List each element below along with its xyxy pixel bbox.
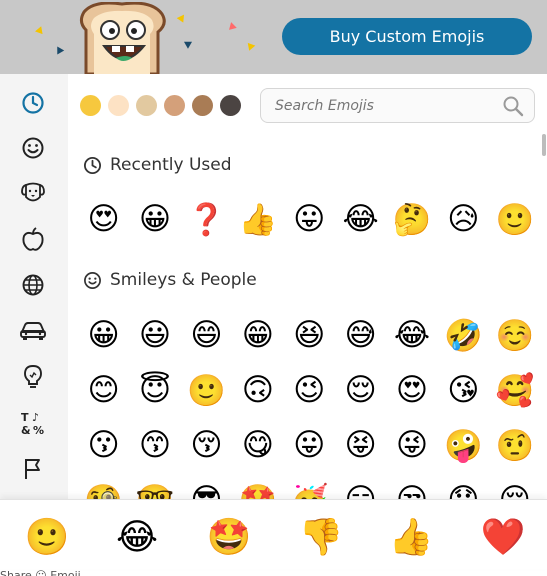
quick-reaction-button[interactable]: 🙂 <box>22 513 72 561</box>
confetti <box>35 24 45 35</box>
skin-tone-medium-light[interactable] <box>136 95 157 116</box>
lightbulb-icon[interactable] <box>18 362 48 392</box>
emoji-button[interactable]: 😍 <box>386 368 437 412</box>
emoji-button[interactable]: 😇 <box>129 368 180 412</box>
smiley-icon <box>84 271 101 289</box>
emoji-button[interactable]: 🤨 <box>489 423 540 467</box>
emoji-button[interactable]: 👍 <box>232 197 283 241</box>
svg-text:&: & <box>21 424 31 436</box>
skin-tone-medium-dark[interactable] <box>192 95 213 116</box>
confetti <box>244 40 256 51</box>
emoji-picker: Buy Custom Emojis T ♪ &% Search Emojis R… <box>0 0 547 576</box>
svg-text:♪: ♪ <box>32 411 39 424</box>
confetti <box>176 12 188 23</box>
skin-tone-medium[interactable] <box>164 95 185 116</box>
skin-tone-selector <box>80 95 241 117</box>
emoji-button[interactable]: 😘 <box>438 368 489 412</box>
symbols-icon[interactable]: T ♪ &% <box>18 408 48 438</box>
emoji-button[interactable]: 😝 <box>335 423 386 467</box>
emoji-panel: Recently Used 😍😀❓👍😛😂🤔😥🙂 Smileys & People… <box>68 74 547 504</box>
skin-tone-default[interactable] <box>80 95 101 116</box>
emoji-button[interactable]: 🤪 <box>438 423 489 467</box>
emoji-button[interactable]: 😀 <box>78 313 129 357</box>
confetti <box>227 21 237 30</box>
confetti <box>183 38 195 49</box>
quick-reaction-button[interactable]: 🤩 <box>204 513 254 561</box>
emoji-row: 😊 😇 🙂 🙃 😉 😌 😍 😘 🥰 <box>78 368 541 412</box>
emoji-button[interactable]: 😀 <box>129 197 180 241</box>
quick-reaction-button[interactable]: 👍 <box>386 513 436 561</box>
emoji-button[interactable]: 😛 <box>284 423 335 467</box>
clock-icon <box>83 156 102 174</box>
scrollbar-thumb[interactable] <box>542 134 546 156</box>
emoji-button[interactable]: ❓ <box>181 197 232 241</box>
skin-tone-dark[interactable] <box>220 95 241 116</box>
emoji-button[interactable]: 😃 <box>129 313 180 357</box>
search-icon[interactable] <box>502 95 524 117</box>
recently-used-heading: Recently Used <box>83 153 232 177</box>
emoji-button[interactable]: 😁 <box>232 313 283 357</box>
header-banner: Buy Custom Emojis <box>0 0 547 74</box>
apple-icon[interactable] <box>18 224 48 254</box>
emoji-button[interactable]: 😋 <box>232 423 283 467</box>
emoji-button[interactable]: 😜 <box>386 423 437 467</box>
emoji-button[interactable]: 😥 <box>438 197 489 241</box>
buy-custom-emojis-button[interactable]: Buy Custom Emojis <box>282 18 532 55</box>
toast-mascot <box>79 2 166 74</box>
globe-icon[interactable] <box>18 270 48 300</box>
svg-text:%: % <box>33 424 44 436</box>
recently-used-grid: 😍 😀 ❓ 👍 😛 😂 🤔 😥 🙂 <box>78 197 541 241</box>
section-title-text: Smileys & People <box>110 270 257 290</box>
emoji-button[interactable]: 😆 <box>284 313 335 357</box>
emoji-button[interactable]: 😌 <box>335 368 386 412</box>
smileys-people-heading: Smileys & People <box>83 268 257 292</box>
quick-reaction-button[interactable]: 😂 <box>112 513 162 561</box>
svg-text:T: T <box>21 411 29 424</box>
emoji-button[interactable]: 😄 <box>181 313 232 357</box>
emoji-button[interactable]: 😉 <box>284 368 335 412</box>
background-page-text: Share ☺ Emoji <box>0 569 81 576</box>
search-box <box>260 88 535 123</box>
emoji-row: 😀 😃 😄 😁 😆 😅 😂 🤣 ☺️ <box>78 313 541 357</box>
confetti <box>53 44 65 55</box>
emoji-button[interactable]: 😗 <box>78 423 129 467</box>
flag-icon[interactable] <box>18 454 48 484</box>
emoji-button[interactable]: 😊 <box>78 368 129 412</box>
emoji-button[interactable]: ☺️ <box>489 313 540 357</box>
emoji-row: 😗 😙 😚 😋 😛 😝 😜 🤪 🤨 <box>78 423 541 467</box>
emoji-button[interactable]: 😛 <box>284 197 335 241</box>
emoji-button[interactable]: 😅 <box>335 313 386 357</box>
section-title-text: Recently Used <box>110 155 232 175</box>
emoji-button[interactable]: 😚 <box>181 423 232 467</box>
search-input[interactable] <box>275 97 490 114</box>
skin-tone-light[interactable] <box>108 95 129 116</box>
emoji-button[interactable]: 🙂 <box>181 368 232 412</box>
emoji-button[interactable]: 🙃 <box>232 368 283 412</box>
dog-icon[interactable] <box>18 178 48 208</box>
emoji-button[interactable]: 🥰 <box>489 368 540 412</box>
quick-reaction-button[interactable]: 👎 <box>296 513 346 561</box>
quick-reactions-bar: 🙂 😂 🤩 👎 👍 ❤️ <box>0 499 547 569</box>
emoji-button[interactable]: 😙 <box>129 423 180 467</box>
category-sidebar: T ♪ &% <box>0 74 68 504</box>
emoji-button[interactable]: 😂 <box>386 313 437 357</box>
smiley-icon[interactable] <box>18 133 48 163</box>
car-icon[interactable] <box>18 316 48 346</box>
clock-icon[interactable] <box>18 88 48 118</box>
quick-reaction-button[interactable]: ❤️ <box>478 513 528 561</box>
emoji-button[interactable]: 🙂 <box>489 197 540 241</box>
emoji-button[interactable]: 🤔 <box>386 197 437 241</box>
emoji-button[interactable]: 🤣 <box>438 313 489 357</box>
emoji-button[interactable]: 😂 <box>335 197 386 241</box>
emoji-button[interactable]: 😍 <box>78 197 129 241</box>
